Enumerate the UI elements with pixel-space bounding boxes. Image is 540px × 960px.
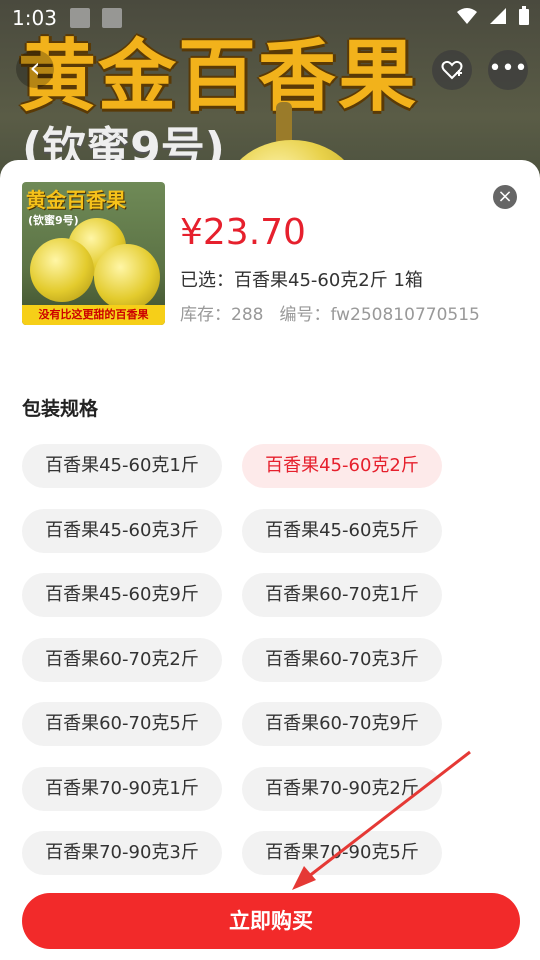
annotation-arrow (292, 750, 471, 890)
